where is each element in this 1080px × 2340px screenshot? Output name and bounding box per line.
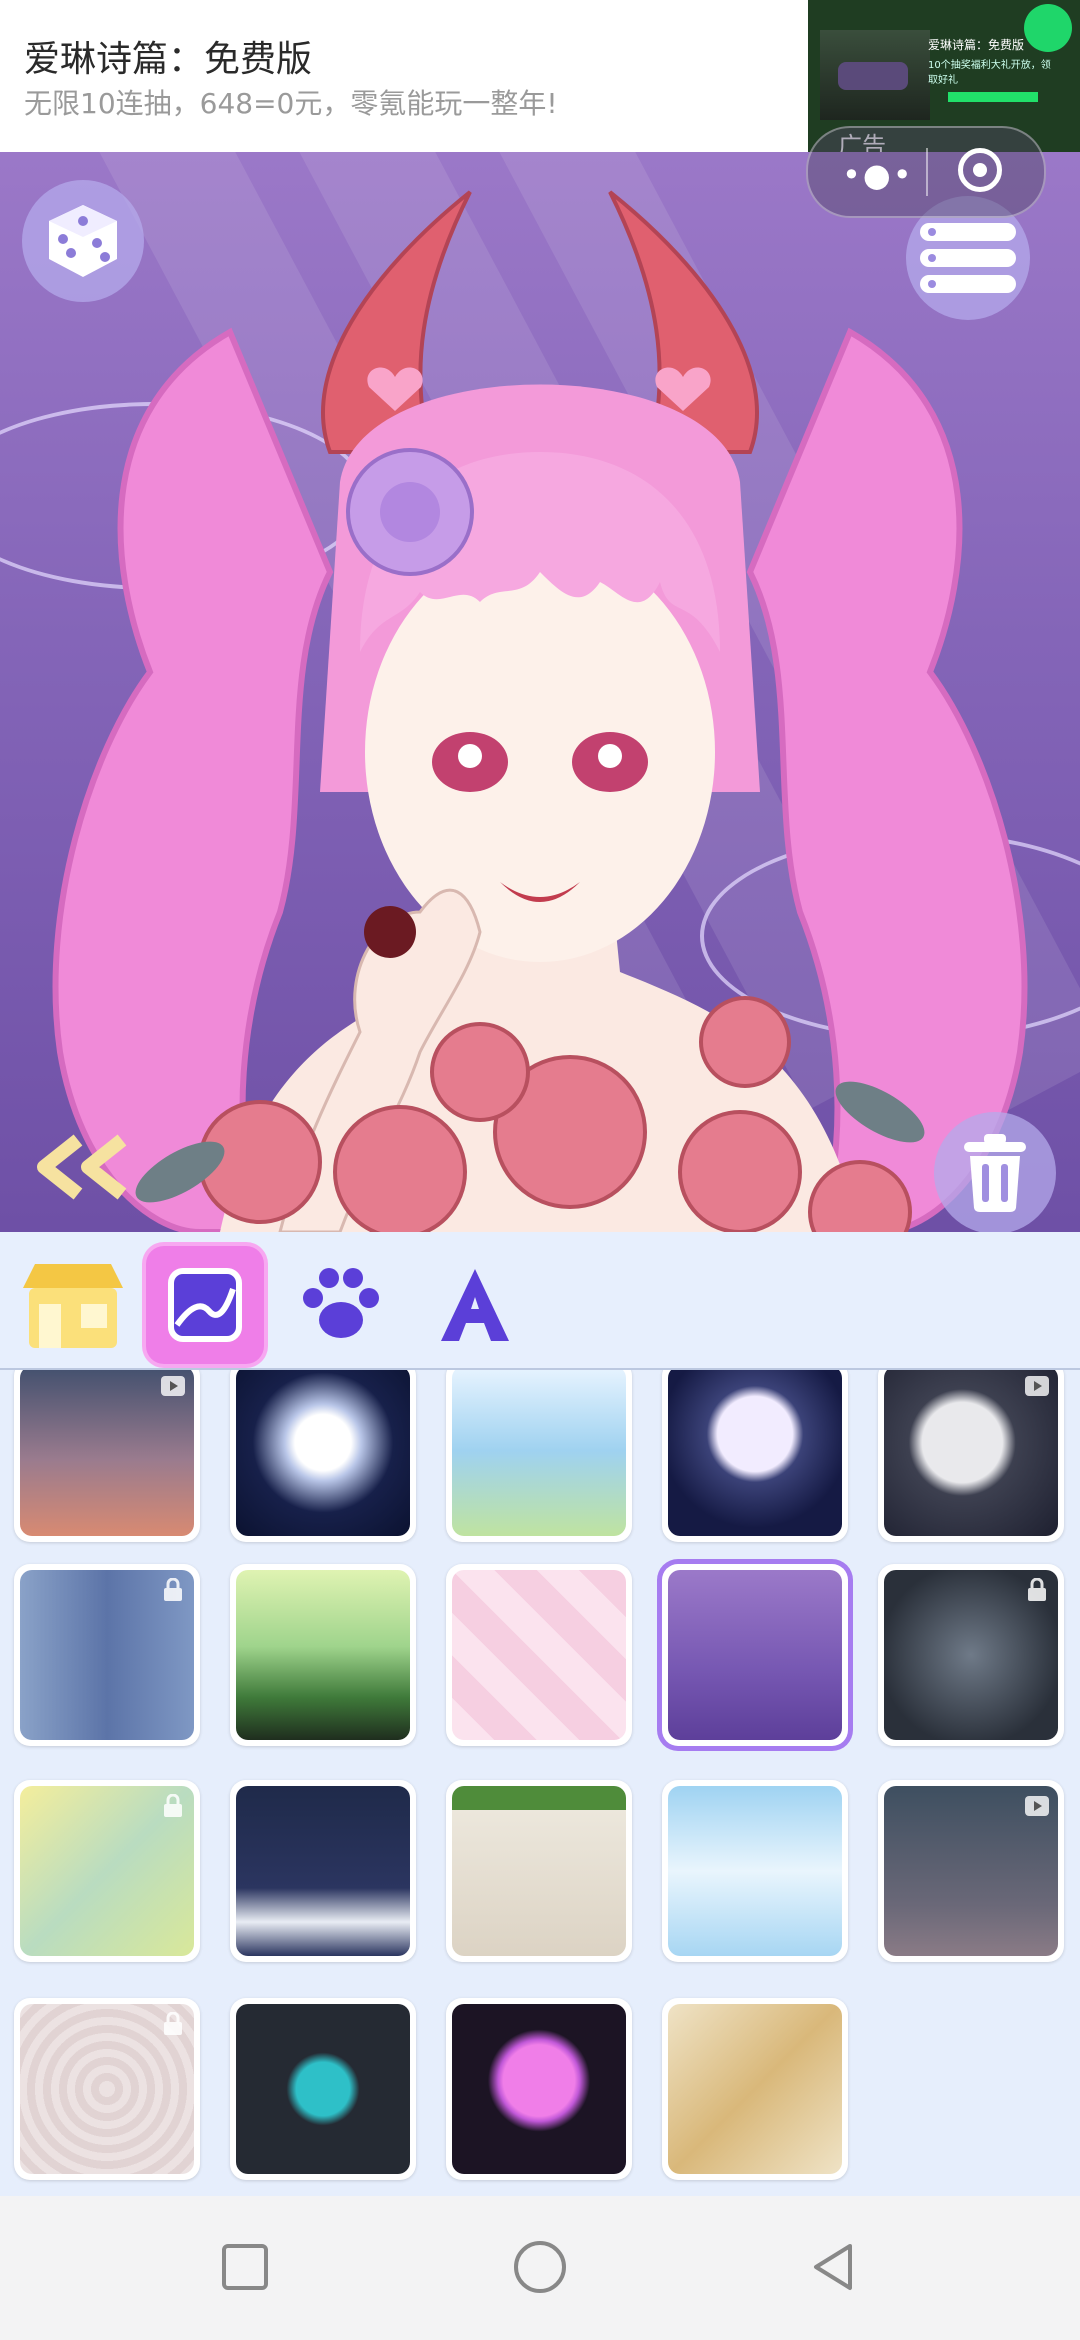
- background-thumb-image: [668, 2004, 842, 2174]
- background-thumb-image: [236, 1370, 410, 1536]
- video-play-icon: [1025, 1796, 1049, 1816]
- background-thumb-image: [236, 2004, 410, 2174]
- background-thumb-image: [668, 1370, 842, 1536]
- paw-icon: [303, 1268, 379, 1338]
- background-thumb-image: [20, 1570, 194, 1740]
- character-figure: [52, 190, 1028, 1232]
- delete-button[interactable]: [934, 1112, 1056, 1232]
- tab-background[interactable]: [146, 1246, 264, 1364]
- close-target-icon[interactable]: [958, 148, 1002, 192]
- ad-title: 爱琳诗篇：免费版: [24, 39, 313, 80]
- background-thumb-image: [236, 1570, 410, 1740]
- background-thumb-image: [452, 1570, 626, 1740]
- tab-text[interactable]: [416, 1246, 534, 1364]
- recent-apps-icon[interactable]: [220, 2242, 270, 2292]
- background-thumb-pink-bubbles[interactable]: [446, 1998, 632, 2180]
- text-a-icon: [441, 1269, 509, 1341]
- background-thumb-image: [884, 1786, 1058, 1956]
- ad-badge: [1024, 4, 1072, 52]
- double-chevron-left-icon: [37, 1134, 127, 1200]
- more-dots-icon[interactable]: •●•: [842, 156, 914, 194]
- miniprogram-capsule[interactable]: •●•: [806, 126, 1046, 218]
- trash-icon: [964, 1134, 1026, 1212]
- background-thumb-green-mountain[interactable]: [230, 1564, 416, 1746]
- ad-progress-bar: [948, 92, 1038, 102]
- home-icon[interactable]: [512, 2239, 568, 2295]
- background-thumb-blue-forest[interactable]: [14, 1564, 200, 1746]
- lock-icon: [164, 2012, 182, 2035]
- background-thumb-image: [668, 1570, 842, 1740]
- ad-subtitle: 无限10连抽，648=0元，零氪能玩一整年!: [24, 87, 558, 120]
- capsule-divider: [926, 148, 928, 196]
- back-icon[interactable]: [808, 2242, 858, 2292]
- background-thumb-lily-pond[interactable]: [446, 1370, 632, 1542]
- video-play-icon: [161, 1376, 185, 1396]
- background-thumb-image: [20, 1370, 194, 1536]
- background-thumb-teal-splash[interactable]: [230, 1998, 416, 2180]
- background-thumb-image: [20, 1786, 194, 1956]
- background-thumb-brick-wall-vines[interactable]: [446, 1780, 632, 1962]
- background-thumb-golden-waves[interactable]: [14, 1780, 200, 1962]
- lock-icon: [164, 1794, 182, 1817]
- background-thumb-image: [20, 2004, 194, 2174]
- background-thumb-image: [452, 1370, 626, 1536]
- background-thumb-pink-patches[interactable]: [446, 1564, 632, 1746]
- background-icon: [168, 1268, 242, 1342]
- background-grid: [0, 1370, 1080, 2196]
- category-tabs: [0, 1232, 1080, 1371]
- background-thumb-pink-texture[interactable]: [14, 1998, 200, 2180]
- dice-icon: [49, 205, 117, 277]
- background-thumb-purple-clouds[interactable]: [662, 1564, 848, 1746]
- background-thumb-image: [884, 1570, 1058, 1740]
- ad-thumb-text: 10个抽奖福利大礼开放，领取好礼: [928, 60, 1051, 86]
- background-thumb-grey-moon[interactable]: [878, 1370, 1064, 1542]
- system-nav-bar: [0, 2196, 1080, 2340]
- random-dice-button[interactable]: [22, 180, 144, 302]
- background-thumb-fan-pattern[interactable]: [662, 1998, 848, 2180]
- background-thumb-blue-sky-clouds[interactable]: [662, 1780, 848, 1962]
- background-thumb-night-waves[interactable]: [230, 1780, 416, 1962]
- background-thumb-image: [452, 2004, 626, 2174]
- lock-icon: [1028, 1578, 1046, 1601]
- shop-icon: [23, 1264, 123, 1348]
- ad-car-image: [838, 62, 908, 90]
- background-thumb-teal-night[interactable]: [878, 1780, 1064, 1962]
- background-thumb-image: [236, 1786, 410, 1956]
- background-thumb-full-moon-night[interactable]: [230, 1370, 416, 1542]
- background-thumb-dusk-sky[interactable]: [14, 1370, 200, 1542]
- collapse-back-button[interactable]: [30, 1132, 140, 1202]
- background-thumb-moon-starry[interactable]: [662, 1370, 848, 1542]
- background-thumb-image: [452, 1786, 626, 1956]
- background-thumb-spider-web[interactable]: [878, 1564, 1064, 1746]
- list-menu-icon: [920, 223, 1016, 293]
- ad-thumb-title: 爱琳诗篇：免费版: [928, 38, 1025, 52]
- video-play-icon: [1025, 1376, 1049, 1396]
- background-thumb-image: [884, 1370, 1058, 1536]
- tab-pet[interactable]: [282, 1246, 400, 1364]
- character-stage: [0, 152, 1080, 1232]
- tab-shop[interactable]: [14, 1246, 132, 1364]
- lock-icon: [164, 1578, 182, 1601]
- background-thumb-image: [668, 1786, 842, 1956]
